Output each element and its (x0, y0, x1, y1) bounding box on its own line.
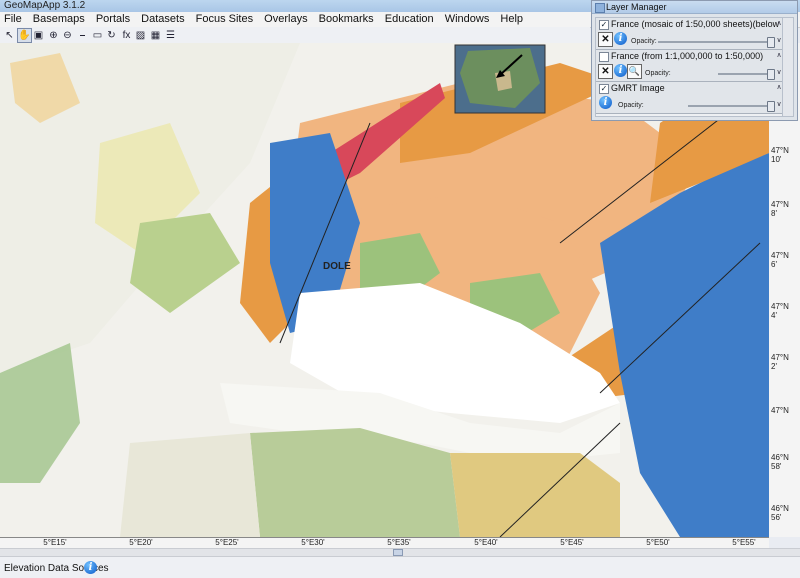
lon-tick: 5°E45' (560, 538, 584, 547)
opacity-slider[interactable] (658, 37, 775, 48)
function-icon[interactable]: fx (119, 28, 134, 43)
lat-tick: 46°N 56' (771, 504, 789, 522)
menu-file[interactable]: File (0, 12, 26, 27)
toolbar: ↖ ✋ ▣ ⊕ ⊖ ⎯ ▭ ↻ fx ▨ ▦ ☰ (0, 27, 590, 44)
layer-name: GMRT Image (611, 83, 665, 93)
lon-tick: 5°E15' (43, 538, 67, 547)
lon-tick: 5°E40' (474, 538, 498, 547)
lon-tick: 5°E35' (387, 538, 411, 547)
menu-portals[interactable]: Portals (92, 12, 134, 27)
lat-tick: 47°N 4' (771, 302, 789, 320)
opacity-slider[interactable] (718, 69, 775, 80)
lon-tick: 5°E25' (215, 538, 239, 547)
image-icon[interactable]: ▨ (133, 28, 148, 43)
layer-name: France (mosaic of 1:50,000 sheets)(below (611, 19, 780, 29)
layer-item: ✓ France (mosaic of 1:50,000 sheets)(bel… (596, 18, 785, 50)
opacity-slider-knob[interactable] (767, 69, 775, 80)
list-icon[interactable]: ☰ (163, 28, 178, 43)
select-icon[interactable]: ↖ (2, 28, 17, 43)
layer-visibility-checkbox[interactable]: ✓ (599, 84, 609, 94)
menu-basemaps[interactable]: Basemaps (29, 12, 89, 27)
scrollbar-thumb[interactable] (393, 549, 403, 556)
remove-layer-icon[interactable]: ✕ (598, 64, 613, 79)
lat-tick: 47°N 2' (771, 353, 789, 371)
lat-tick: 47°N (771, 406, 789, 415)
longitude-axis: 5°E15' 5°E20' 5°E25' 5°E30' 5°E35' 5°E40… (0, 537, 769, 548)
opacity-slider-knob[interactable] (767, 101, 775, 112)
layer-manager-scrollbar[interactable] (782, 17, 794, 117)
rotate-icon[interactable]: ↻ (104, 28, 119, 43)
layer-info-icon[interactable]: i (614, 64, 627, 77)
menu-bookmarks[interactable]: Bookmarks (315, 12, 378, 27)
layer-list: ✓ France (mosaic of 1:50,000 sheets)(bel… (595, 17, 786, 117)
grid-icon[interactable]: ▦ (148, 28, 163, 43)
profile-icon[interactable]: ⎯ (75, 28, 90, 43)
lat-tick: 47°N 8' (771, 200, 789, 218)
lon-tick: 5°E20' (129, 538, 153, 547)
layer-info-icon[interactable]: i (599, 96, 612, 109)
town-label-dole: DOLE (323, 261, 351, 272)
layer-controls: i (598, 96, 612, 111)
save-icon[interactable]: ▣ (31, 28, 46, 43)
menu-overlays[interactable]: Overlays (260, 12, 311, 27)
opacity-slider[interactable] (688, 101, 775, 112)
menu-focus-sites[interactable]: Focus Sites (192, 12, 257, 27)
lon-tick: 5°E30' (301, 538, 325, 547)
layer-info-icon[interactable]: i (614, 32, 627, 45)
layer-visibility-checkbox[interactable]: ✓ (599, 20, 609, 30)
info-icon[interactable]: i (84, 561, 97, 574)
layer-item: France (from 1:1,000,000 to 1:50,000) ∧ … (596, 50, 785, 82)
layer-visibility-checkbox[interactable] (599, 52, 609, 62)
menu-windows[interactable]: Windows (441, 12, 494, 27)
pan-hand-icon[interactable]: ✋ (17, 28, 32, 43)
status-bar: Elevation Data Sources i (0, 556, 800, 578)
lat-tick: 46°N 58' (771, 453, 789, 471)
opacity-slider-knob[interactable] (767, 37, 775, 48)
lon-tick: 5°E55' (732, 538, 756, 547)
zoom-to-layer-icon[interactable]: 🔍 (627, 64, 642, 79)
layer-manager-title: Layer Manager (592, 1, 797, 14)
lon-tick: 5°E50' (646, 538, 670, 547)
app-title: GeoMapApp 3.1.2 (4, 0, 86, 11)
layer-item: ✓ GMRT Image ∧ ∨ i Opacity: (596, 82, 785, 114)
layer-controls: ✕ i 🔍 (598, 64, 642, 79)
lat-tick: 47°N 6' (771, 251, 789, 269)
layer-controls: ✕ i (598, 32, 627, 47)
digitize-icon[interactable]: ▭ (90, 28, 105, 43)
layer-name: France (from 1:1,000,000 to 1:50,000) (611, 51, 764, 61)
layer-manager-window: Layer Manager ✓ France (mosaic of 1:50,0… (591, 0, 798, 121)
menu-education[interactable]: Education (381, 12, 438, 27)
opacity-label: Opacity: (631, 38, 657, 45)
opacity-label: Opacity: (618, 102, 644, 109)
menu-help[interactable]: Help (496, 12, 527, 27)
lat-tick: 47°N 10' (771, 146, 789, 164)
opacity-label: Opacity: (645, 70, 671, 77)
zoom-in-icon[interactable]: ⊕ (46, 28, 61, 43)
zoom-out-icon[interactable]: ⊖ (60, 28, 75, 43)
menu-datasets[interactable]: Datasets (137, 12, 188, 27)
remove-layer-icon[interactable]: ✕ (598, 32, 613, 47)
